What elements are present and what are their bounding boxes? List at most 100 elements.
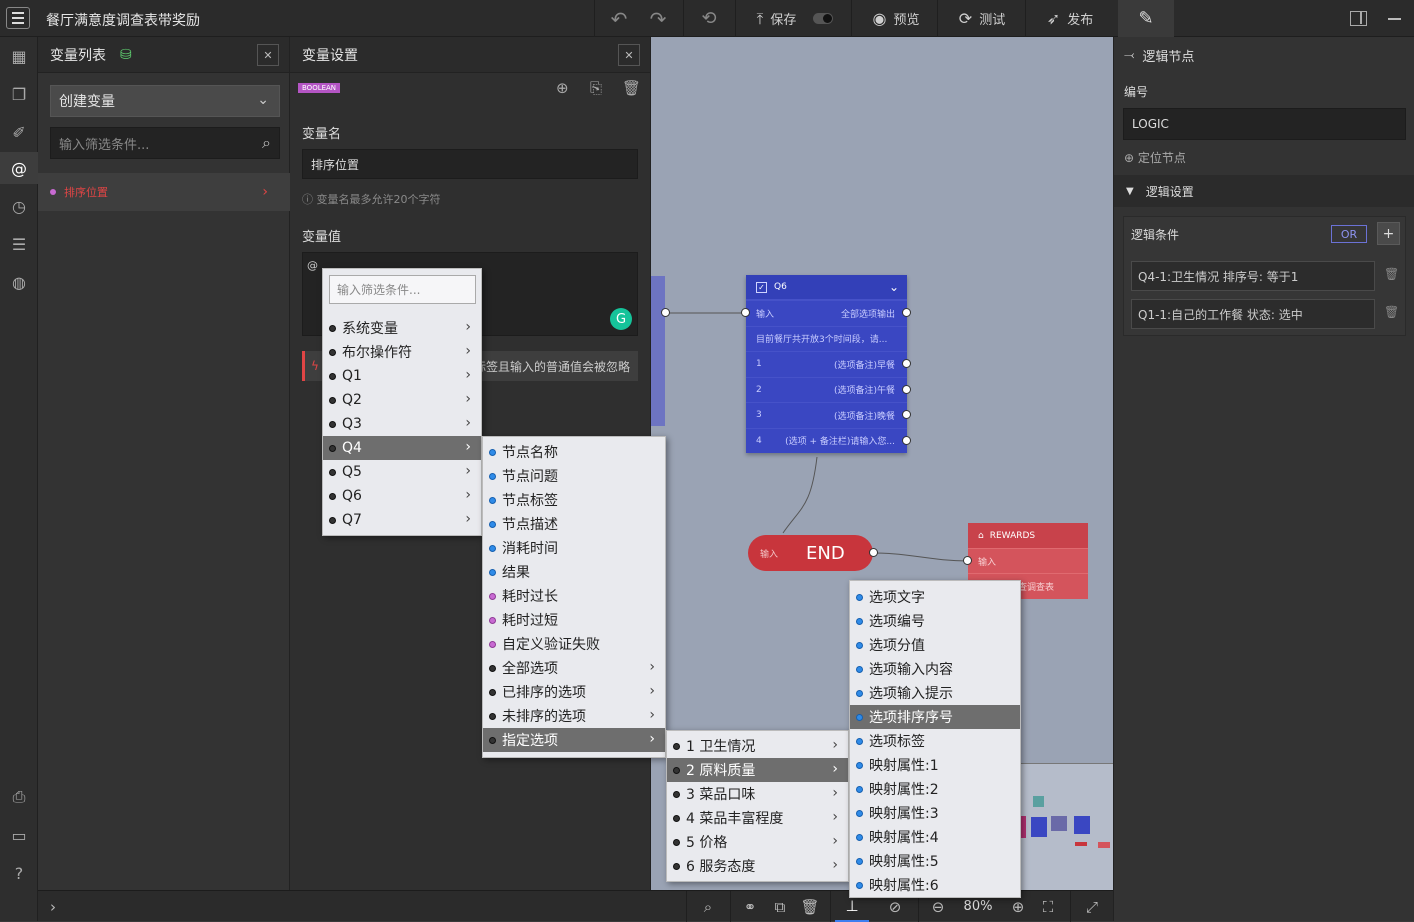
trash-icon[interactable]: 🗑 <box>1384 305 1399 319</box>
undo-button[interactable]: ↶ <box>598 0 640 37</box>
menu-item[interactable]: Q5 › <box>323 460 481 484</box>
menu-item[interactable]: 映射属性:6 <box>850 873 1020 897</box>
or-toggle[interactable]: OR <box>1331 225 1367 243</box>
copy-icon[interactable]: ⎘ <box>590 79 602 97</box>
menu-item[interactable]: 耗时过短 <box>483 608 665 632</box>
menu-item[interactable]: 未排序的选项 › <box>483 704 665 728</box>
list-icon[interactable]: ☰ <box>0 228 38 260</box>
pages-icon[interactable]: ❐ <box>0 78 38 110</box>
locate-icon[interactable]: ⊕ <box>556 79 569 97</box>
grid-icon[interactable]: ▦ <box>0 40 38 72</box>
menu-item[interactable]: 布尔操作符 › <box>323 340 481 364</box>
lock-icon[interactable]: ⛁ <box>120 47 132 63</box>
redo-button[interactable]: ↷ <box>638 0 678 37</box>
menu-item[interactable]: 4 菜品丰富程度 › <box>667 806 848 830</box>
menu-item[interactable]: 选项排序序号 <box>850 705 1020 729</box>
timer-icon[interactable]: ◷ <box>0 190 38 222</box>
dropper-icon[interactable]: ✐ <box>0 116 38 148</box>
variable-icon[interactable]: @ <box>0 152 38 184</box>
locate-node-link[interactable]: ⊕ 定位节点 <box>1124 149 1186 166</box>
output-port[interactable] <box>902 410 911 419</box>
end-node[interactable]: 输入 END <box>748 535 873 571</box>
output-port[interactable] <box>661 308 670 317</box>
help-icon[interactable]: ? <box>0 857 38 889</box>
duplicate-icon[interactable]: ⧉ <box>766 891 794 922</box>
folder-icon[interactable]: ▭ <box>0 819 38 851</box>
menu-item[interactable]: 映射属性:2 <box>850 777 1020 801</box>
menu-item[interactable]: 节点问题 <box>483 464 665 488</box>
menu-item[interactable]: 映射属性:3 <box>850 801 1020 825</box>
close-button[interactable]: ✕ <box>618 44 640 66</box>
trash-icon[interactable]: 🗑 <box>796 891 824 922</box>
menu-item[interactable]: 结果 <box>483 560 665 584</box>
layout-toggle-icon[interactable] <box>1350 11 1367 26</box>
print-icon[interactable]: ⎙ <box>0 781 38 813</box>
reset-button[interactable]: ⟲ <box>686 0 732 37</box>
test-button[interactable]: ⟳ 测试 <box>944 0 1020 37</box>
grammarly-icon[interactable]: G <box>610 308 632 330</box>
menu-item[interactable]: 节点标签 <box>483 488 665 512</box>
fullscreen-icon[interactable]: ⤢ <box>1078 891 1106 922</box>
menu-item[interactable]: Q6 › <box>323 484 481 508</box>
menu-item[interactable]: 3 菜品口味 › <box>667 782 848 806</box>
menu-icon[interactable] <box>6 7 30 29</box>
minimize-icon[interactable] <box>1388 18 1401 20</box>
close-button[interactable]: ✕ <box>257 44 279 66</box>
menu-item[interactable]: 映射属性:1 <box>850 753 1020 777</box>
create-variable-select[interactable]: 创建变量 ⌄ <box>50 85 280 117</box>
menu-filter-input[interactable]: 输入筛选条件... <box>329 275 476 304</box>
link-icon[interactable]: ⚭ <box>736 891 764 922</box>
output-port[interactable] <box>902 308 911 317</box>
menu-item[interactable]: 节点描述 <box>483 512 665 536</box>
logic-settings-header[interactable]: ▼ 逻辑设置 <box>1114 175 1414 207</box>
name-input[interactable]: 排序位置 <box>302 149 638 179</box>
save-button[interactable]: ⤒ 保存 <box>742 0 848 37</box>
variable-item[interactable]: 排序位置 › <box>38 173 290 211</box>
menu-item[interactable]: Q2 › <box>323 388 481 412</box>
menu-item[interactable]: 映射属性:4 <box>850 825 1020 849</box>
add-condition-button[interactable]: + <box>1377 222 1400 245</box>
menu-item[interactable]: Q3 › <box>323 412 481 436</box>
menu-item[interactable]: 选项标签 <box>850 729 1020 753</box>
menu-item[interactable]: 选项文字 <box>850 585 1020 609</box>
menu-item[interactable]: 6 服务态度 › <box>667 854 848 878</box>
menu-item[interactable]: 5 价格 › <box>667 830 848 854</box>
publish-button[interactable]: ➶ 发布 <box>1032 0 1108 37</box>
menu-item[interactable]: Q7 › <box>323 508 481 532</box>
search-icon[interactable]: ⌕ <box>262 133 271 153</box>
menu-item[interactable]: 1 卫生情况 › <box>667 734 848 758</box>
input-port[interactable] <box>963 556 972 565</box>
menu-item[interactable]: 系统变量 › <box>323 316 481 340</box>
menu-item[interactable]: Q1 › <box>323 364 481 388</box>
menu-item[interactable]: 映射属性:5 <box>850 849 1020 873</box>
menu-item[interactable]: 全部选项 › <box>483 656 665 680</box>
output-port[interactable] <box>902 385 911 394</box>
palette-icon[interactable]: ◍ <box>0 266 38 298</box>
fit-screen-icon[interactable]: ⛶ <box>1034 891 1062 922</box>
output-port[interactable] <box>902 436 911 445</box>
menu-item[interactable]: 耗时过长 <box>483 584 665 608</box>
menu-item[interactable]: 选项输入提示 <box>850 681 1020 705</box>
trash-icon[interactable]: 🗑 <box>1384 267 1399 281</box>
expand-chevron-icon[interactable]: › <box>43 891 63 922</box>
preview-button[interactable]: ◉ 预览 <box>858 0 934 37</box>
menu-item[interactable]: 消耗时间 <box>483 536 665 560</box>
condition-item[interactable]: Q4-1:卫生情况 排序号: 等于1 <box>1131 261 1375 291</box>
partial-node[interactable] <box>651 276 665 426</box>
menu-item[interactable]: 选项输入内容 <box>850 657 1020 681</box>
chevron-down-icon[interactable]: ⌄ <box>889 280 899 294</box>
output-port[interactable] <box>902 359 911 368</box>
input-port[interactable] <box>741 308 750 317</box>
style-tab[interactable]: ✎ <box>1118 0 1174 37</box>
q6-node[interactable]: ✓ Q6 ⌄ 输入 全部选项输出 目前餐厅共开放3个时间段，请... 1 (选项备注… <box>746 275 907 453</box>
menu-item[interactable]: 指定选项 › <box>483 728 665 752</box>
trash-icon[interactable]: 🗑 <box>622 79 641 97</box>
autosave-toggle[interactable] <box>813 13 834 24</box>
menu-item[interactable]: 选项分值 <box>850 633 1020 657</box>
search-icon[interactable]: ⌕ <box>694 891 722 922</box>
menu-item[interactable]: 自定义验证失败 <box>483 632 665 656</box>
menu-item[interactable]: 2 原料质量 › <box>667 758 848 782</box>
menu-item[interactable]: Q4 › <box>323 436 481 460</box>
output-port[interactable] <box>869 548 878 557</box>
filter-input[interactable]: 输入筛选条件... ⌕ <box>50 127 280 159</box>
